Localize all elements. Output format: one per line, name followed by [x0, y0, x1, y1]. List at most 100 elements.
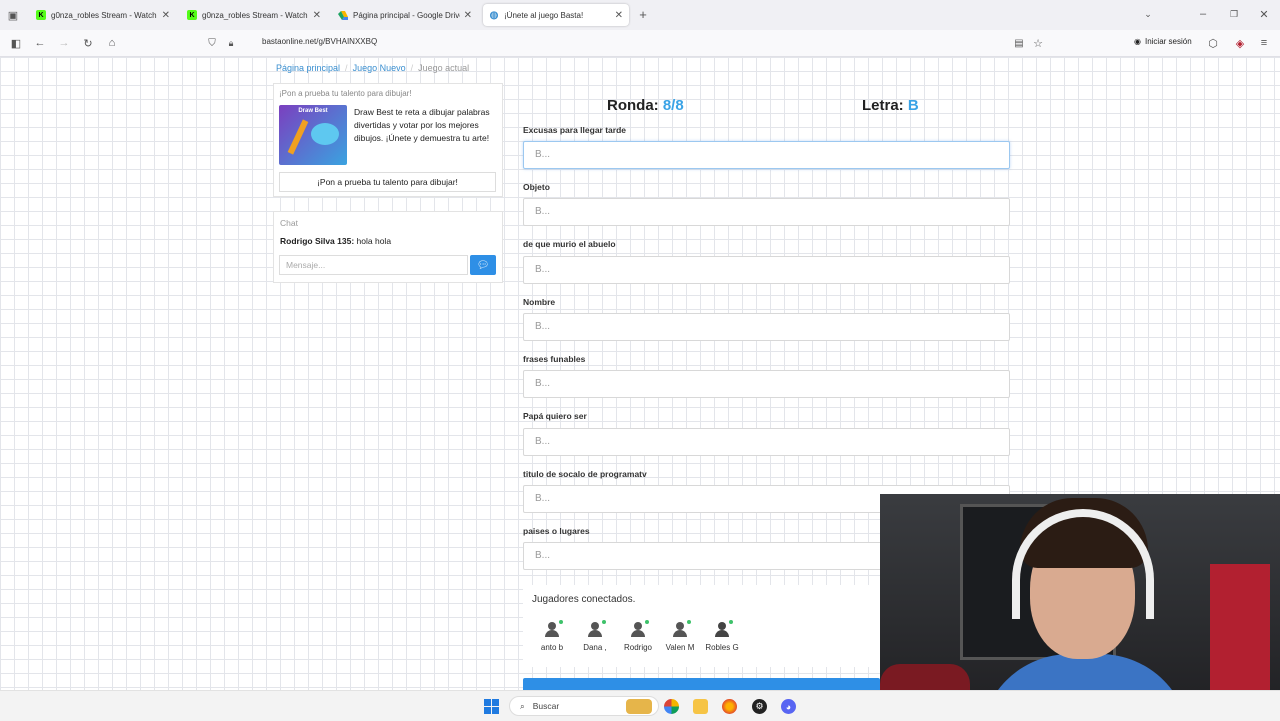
tab-kick-1[interactable]: K g0nza_robles Stream - Watch Li ✕ [30, 4, 176, 26]
connected-players-panel: Jugadores conectados. anto b Dana , Rodr… [523, 585, 880, 667]
address-bar-url[interactable]: bastaonline.net/g/BVHAINXXBQ [262, 37, 377, 46]
sign-in-button[interactable]: ◉ Iniciar sesión [1134, 37, 1192, 46]
menu-hamburger-icon[interactable]: ≡ [1258, 37, 1270, 49]
player-name: Dana , [583, 643, 607, 652]
category-input-papa[interactable]: B... [523, 428, 1010, 456]
tab-google-drive[interactable]: Página principal - Google Drive ✕ [332, 4, 478, 26]
home-icon[interactable]: ⌂ [106, 37, 118, 49]
promo-title: ¡Pon a prueba tu talento para dibujar! [279, 89, 412, 98]
bookmark-star-icon[interactable]: ☆ [1032, 37, 1044, 50]
round-indicator: Ronda: 8/8 [607, 97, 684, 114]
globe-icon: ◍ [489, 9, 499, 21]
reload-icon[interactable]: ↻ [82, 37, 94, 50]
letter-label: Letra: [862, 97, 904, 114]
user-avatar-icon [586, 620, 606, 639]
category-input-abuelo[interactable]: B... [523, 256, 1010, 284]
promo-description: Draw Best te reta a dibujar palabras div… [354, 107, 490, 143]
category-input-objeto[interactable]: B... [523, 198, 1010, 226]
player-item[interactable]: Dana , [572, 620, 618, 652]
breadcrumb-home-link[interactable]: Página principal [276, 63, 340, 73]
close-tab-icon[interactable]: ✕ [615, 10, 623, 21]
user-avatar-icon [543, 620, 563, 639]
player-item[interactable]: Valen M [657, 620, 703, 652]
close-tab-icon[interactable]: ✕ [162, 10, 170, 21]
windows-start-icon[interactable] [484, 699, 499, 714]
player-name: Robles G [705, 643, 739, 652]
category-input-excusas[interactable]: B... [523, 141, 1010, 169]
forward-arrow-icon[interactable]: → [58, 37, 70, 49]
breadcrumb-new-game-link[interactable]: Juego Nuevo [353, 63, 406, 73]
category-label: de que murio el abuelo [523, 239, 616, 249]
draw-best-promo-card: ¡Pon a prueba tu talento para dibujar! D… [273, 83, 503, 197]
steam-icon[interactable]: ⚙ [752, 699, 767, 714]
new-tab-button[interactable]: + [636, 7, 650, 22]
draw-best-promo-image[interactable]: Draw Best [279, 105, 347, 165]
google-drive-icon [338, 10, 348, 20]
browser-tab-bar: ▣ K g0nza_robles Stream - Watch Li ✕ K g… [0, 0, 1280, 30]
breadcrumb-current: Juego actual [418, 63, 470, 73]
minimize-window-icon[interactable]: – [1197, 8, 1209, 20]
category-label: paises o lugares [523, 526, 590, 536]
submit-basta-button[interactable] [523, 678, 880, 690]
restore-window-icon[interactable]: ❐ [1228, 8, 1240, 20]
user-avatar-icon [671, 620, 691, 639]
red-scarf-shape [1210, 564, 1270, 704]
file-explorer-icon[interactable] [693, 699, 708, 714]
breadcrumb-separator: / [410, 63, 414, 73]
send-message-button[interactable]: 💬︎ [470, 255, 496, 275]
player-item[interactable]: Rodrigo [615, 620, 661, 652]
promo-play-button[interactable]: ¡Pon a prueba tu talento para dibujar! [279, 172, 496, 192]
player-item[interactable]: anto b [529, 620, 575, 652]
category-input-frases[interactable]: B... [523, 370, 1010, 398]
tab-title: ¡Únete al juego Basta! [504, 10, 584, 20]
close-tab-icon[interactable]: ✕ [313, 10, 321, 21]
sidebar-toggle-icon[interactable]: ◧ [10, 37, 22, 50]
promo-image-label: Draw Best [298, 108, 328, 114]
webcam-overlay [880, 494, 1280, 720]
pencil-icon [287, 119, 309, 155]
back-arrow-icon[interactable]: ← [34, 37, 46, 49]
category-label: Excusas para llegar tarde [523, 125, 627, 135]
player-item[interactable]: Robles G [699, 620, 745, 652]
connected-players-title: Jugadores conectados. [532, 594, 636, 605]
close-window-icon[interactable]: ✕ [1258, 8, 1270, 21]
discord-icon[interactable]: ◕ [781, 699, 796, 714]
chat-panel: Chat Rodrigo Silva 135: hola hola Mensaj… [273, 211, 503, 283]
taskbar-search-label: Buscar [532, 701, 560, 711]
kick-icon: K [187, 10, 197, 20]
tab-overview-icon[interactable]: ▣ [7, 9, 19, 22]
copilot-icon[interactable] [664, 699, 679, 714]
round-label: Ronda: [607, 97, 659, 114]
speech-bubble-icon: 💬︎ [476, 259, 490, 271]
chat-message: Rodrigo Silva 135: hola hola [280, 236, 391, 246]
letter-indicator: Letra: B [862, 97, 919, 114]
player-name: Valen M [665, 643, 695, 652]
tab-kick-2[interactable]: K g0nza_robles Stream - Watch Li ✕ [181, 4, 327, 26]
widget-news-icon[interactable] [626, 699, 652, 714]
sign-in-label: Iniciar sesión [1144, 37, 1192, 46]
user-crown-avatar-icon [713, 620, 733, 639]
chat-message-input[interactable]: Mensaje... [279, 255, 468, 275]
shield-icon[interactable]: ⛉ [206, 37, 218, 49]
account-icon: ◉ [1134, 37, 1141, 46]
tab-list-chevron-down-icon[interactable]: ⌄ [1142, 8, 1154, 20]
extension-shield-icon[interactable]: ◈ [1233, 36, 1247, 50]
extensions-icon[interactable]: ⬡ [1207, 37, 1219, 50]
browser-nav-bar [0, 30, 1280, 57]
firefox-icon[interactable] [722, 699, 737, 714]
category-label: titulo de socalo de programatv [523, 469, 647, 479]
tab-title: Página principal - Google Drive [353, 10, 460, 20]
reader-view-icon[interactable]: ▤ [1013, 37, 1025, 49]
chat-message-user: Rodrigo Silva 135: [280, 236, 355, 246]
kick-icon: K [36, 10, 46, 20]
category-input-nombre[interactable]: B... [523, 313, 1010, 341]
tab-basta-active[interactable]: ◍ ¡Únete al juego Basta! ✕ [483, 4, 629, 26]
user-avatar-icon [629, 620, 649, 639]
category-label: Papá quiero ser [523, 411, 587, 421]
round-value: 8/8 [662, 97, 684, 114]
player-name: anto b [540, 643, 564, 652]
search-icon: ⌕ [520, 700, 525, 711]
close-tab-icon[interactable]: ✕ [464, 10, 472, 21]
tab-title: g0nza_robles Stream - Watch Li [51, 10, 158, 20]
lock-icon[interactable]: 🔒︎ [225, 37, 237, 49]
